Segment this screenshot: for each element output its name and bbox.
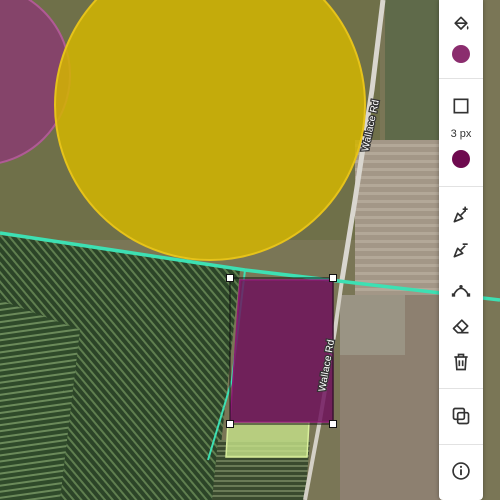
info-icon[interactable]: [449, 459, 473, 483]
paint-bucket-icon[interactable]: [449, 12, 473, 36]
trash-icon[interactable]: [449, 350, 473, 374]
field-right-square: [340, 295, 405, 355]
bezier-curve-icon[interactable]: [449, 278, 473, 302]
stroke-width-value[interactable]: 3 px: [439, 128, 483, 140]
pen-minus-icon[interactable]: [449, 238, 473, 262]
drawing-toolbar: 3 px: [439, 0, 483, 500]
fill-section: [439, 0, 483, 79]
field-right-tan: [355, 140, 445, 300]
pen-plus-icon[interactable]: [449, 203, 473, 227]
rectangle-shape-green[interactable]: [225, 421, 310, 458]
stroke-color-swatch[interactable]: [452, 150, 470, 168]
handle-top-left[interactable]: [226, 274, 234, 282]
fill-color-swatch[interactable]: [452, 45, 470, 63]
handle-bottom-left[interactable]: [226, 420, 234, 428]
copy-icon[interactable]: [449, 404, 473, 428]
handle-top-right[interactable]: [329, 274, 337, 282]
satellite-map[interactable]: Wallace Rd Wallace Rd: [0, 0, 500, 500]
stroke-section: 3 px: [439, 78, 483, 187]
field-upper-right: [385, 0, 445, 140]
handle-bottom-right[interactable]: [329, 420, 337, 428]
edit-section: [439, 186, 483, 389]
rectangle-shape-selected[interactable]: [229, 279, 334, 423]
duplicate-section: [439, 388, 483, 445]
eraser-icon[interactable]: [449, 314, 473, 338]
square-outline-icon[interactable]: [449, 94, 473, 118]
